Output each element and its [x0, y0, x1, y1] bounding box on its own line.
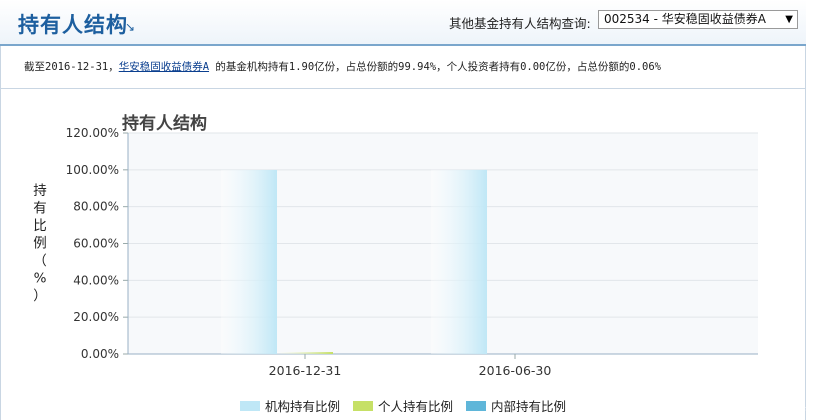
- y-tick-label: 80.00%: [73, 200, 119, 214]
- watermark-text: 头条号 / 小吴淘基: [694, 399, 806, 416]
- chart-title: 持有人结构: [122, 113, 207, 134]
- y-tick-label: 40.00%: [73, 273, 119, 287]
- y-tick-label: 120.00%: [66, 126, 119, 140]
- y-axis-label-char: （: [33, 253, 47, 269]
- x-tick-label: 2016-06-30: [479, 363, 552, 378]
- legend-label[interactable]: 机构持有比例: [265, 399, 340, 414]
- bar-individual-2016-12-31[interactable]: [277, 352, 333, 354]
- y-axis-label-char: ）: [33, 288, 47, 304]
- y-tick-label: 60.00%: [73, 237, 119, 251]
- y-axis-label-char: %: [34, 271, 47, 287]
- y-axis-label-char: 比: [33, 218, 47, 234]
- y-tick-label: 0.00%: [81, 347, 119, 361]
- x-tick-label: 2016-12-31: [269, 363, 342, 378]
- y-axis-label-char: 持: [33, 183, 47, 199]
- y-tick-label: 100.00%: [66, 163, 119, 177]
- y-axis-label-char: 有: [33, 201, 47, 217]
- legend-swatch: [466, 401, 486, 411]
- bar-institution-2016-12-31[interactable]: [221, 169, 277, 354]
- legend-label[interactable]: 内部持有比例: [491, 399, 566, 414]
- holder-structure-chart: 0.00% 20.00% 40.00% 60.00% 80.00% 100.00% 120.…: [33, 113, 806, 416]
- y-tick-label: 20.00%: [73, 310, 119, 324]
- legend-swatch: [240, 401, 260, 411]
- bar-institution-2016-06-30[interactable]: [431, 169, 487, 354]
- y-axis-label-char: 例: [33, 236, 47, 252]
- legend-swatch: [353, 401, 373, 411]
- legend-label[interactable]: 个人持有比例: [378, 399, 453, 414]
